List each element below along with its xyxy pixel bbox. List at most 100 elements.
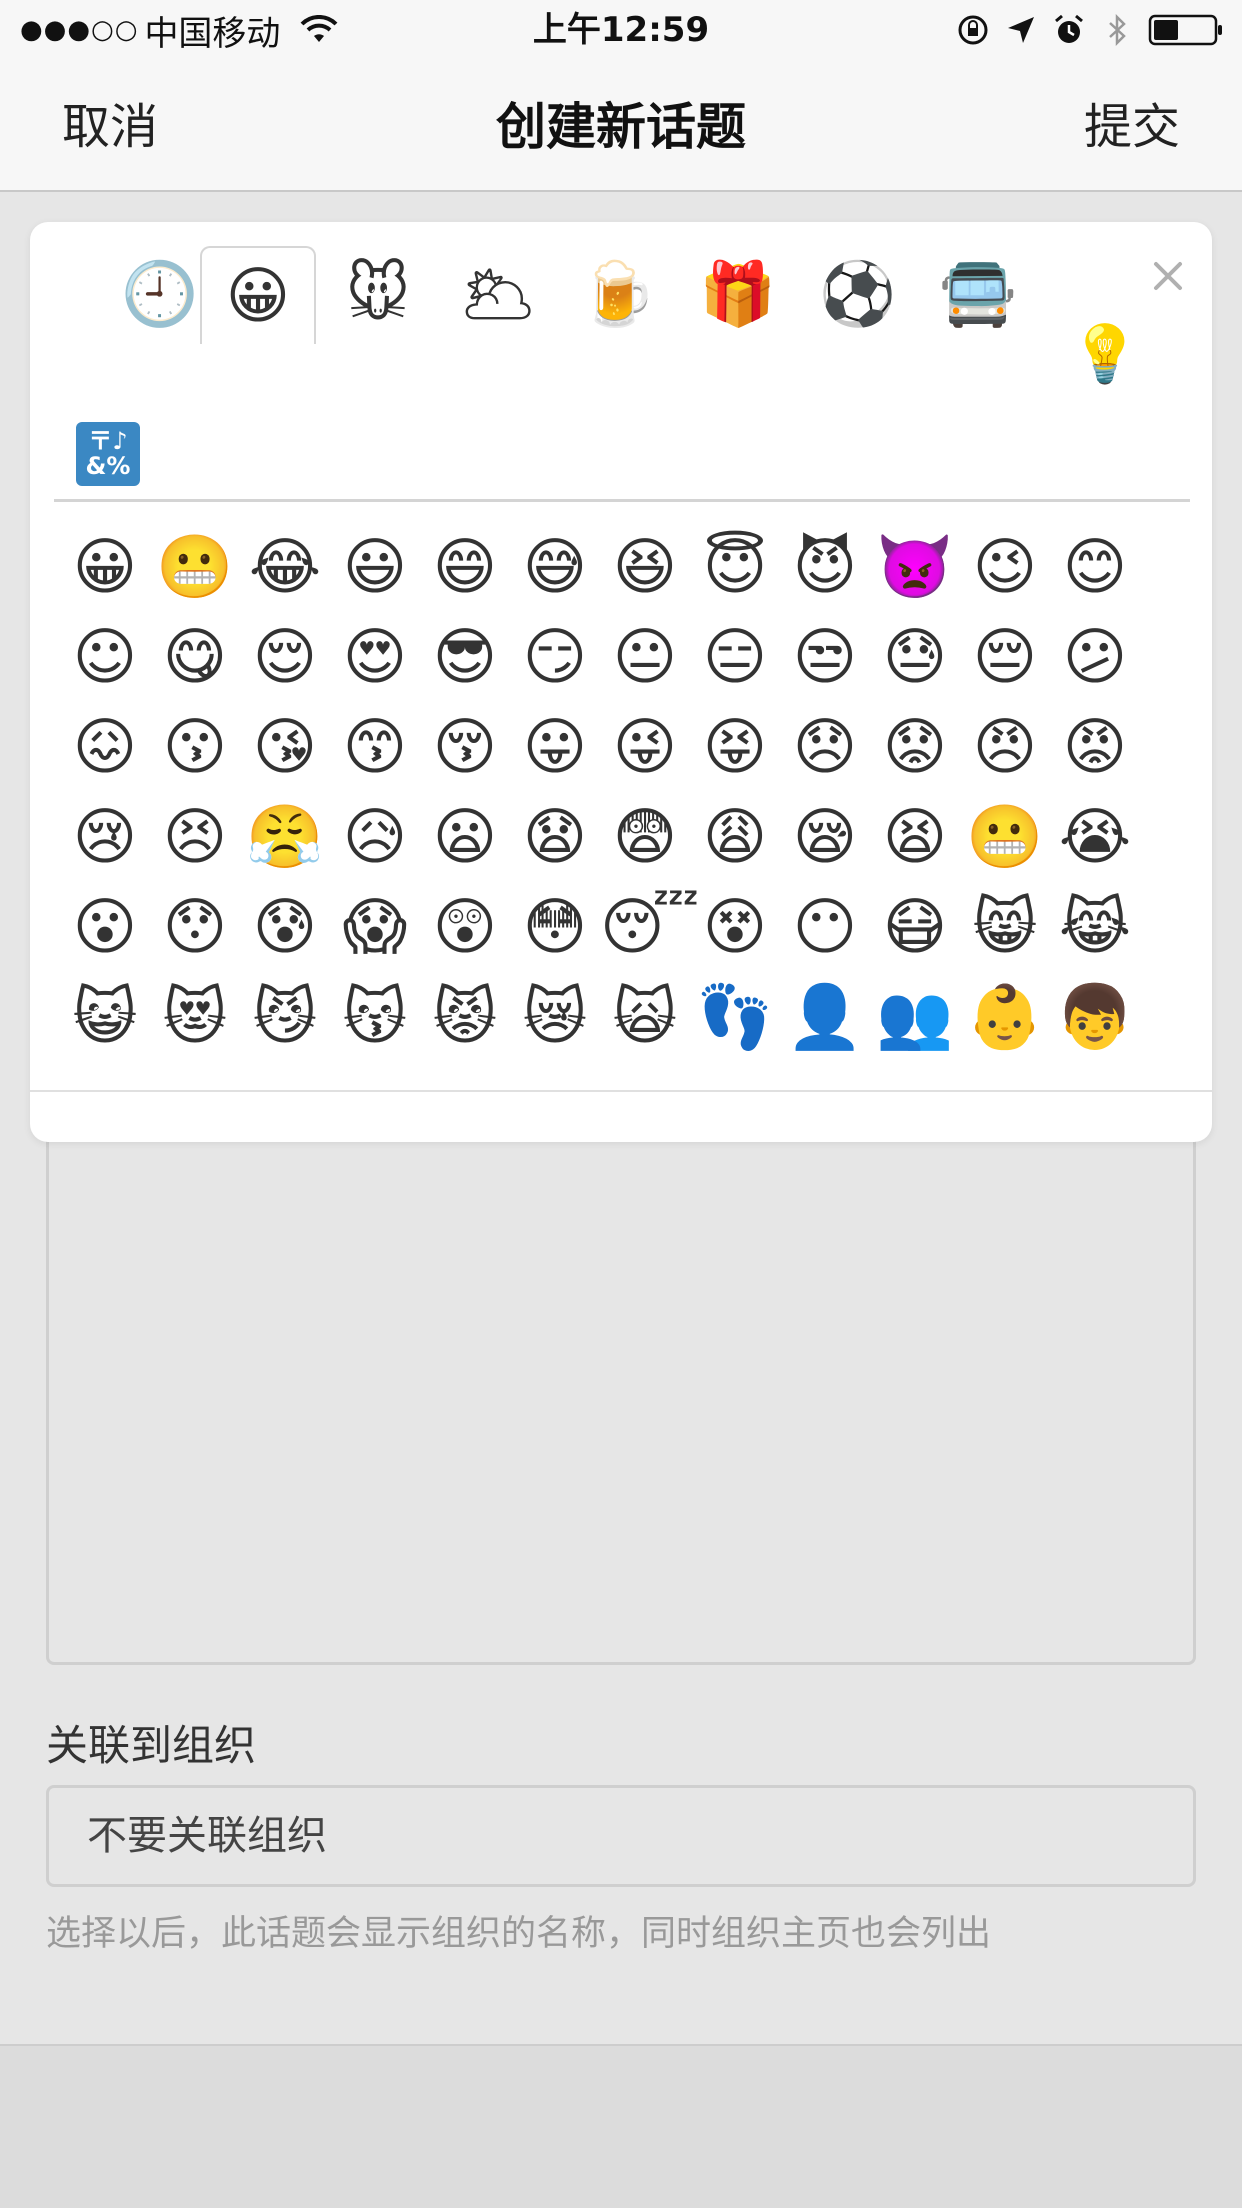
emoji-item[interactable]: 😸 (960, 882, 1050, 972)
page-title: 创建新话题 (496, 98, 746, 156)
emoji-item[interactable]: 👦 (1050, 972, 1140, 1062)
emoji-row: ☺ 😋 😌 😍 😎 😏 😐 😑 😒 😓 😔 😕 (60, 612, 1200, 702)
picker-divider (54, 499, 1190, 502)
emoji-item[interactable]: 😝 (690, 702, 780, 792)
symbols-tab-line-1: 〒♪ (88, 426, 128, 455)
emoji-item[interactable]: 😑 (690, 612, 780, 702)
emoji-item[interactable]: 😅 (510, 522, 600, 612)
emoji-item[interactable]: 😓 (870, 612, 960, 702)
emoji-item[interactable]: 😂 (240, 522, 330, 612)
emoji-item[interactable]: 😩 (690, 792, 780, 882)
emoji-item[interactable]: 😈 (780, 522, 870, 612)
location-arrow-icon (1008, 17, 1034, 43)
emoji-item[interactable]: 😤 (240, 792, 330, 882)
battery-icon (1148, 14, 1222, 46)
emoji-item[interactable]: 😽 (330, 972, 420, 1062)
emoji-item[interactable]: 😖 (60, 702, 150, 792)
emoji-item[interactable]: 😵 (690, 882, 780, 972)
emoji-item[interactable]: 😘 (240, 702, 330, 792)
emoji-item[interactable]: 😣 (150, 792, 240, 882)
emoji-item[interactable]: 😳 (510, 882, 600, 972)
org-select[interactable]: 不要关联组织 (46, 1785, 1196, 1887)
emoji-item[interactable]: 😱 (330, 882, 420, 972)
emoji-item[interactable]: 😦 (420, 792, 510, 882)
emoji-item[interactable]: 😜 (600, 702, 690, 792)
emoji-item[interactable]: 😢 (60, 792, 150, 882)
category-tab-celebration[interactable]: 🎁 (680, 246, 796, 342)
emoji-item[interactable]: 😻 (150, 972, 240, 1062)
emoji-item[interactable]: 😿 (510, 972, 600, 1062)
symbols-category-tab[interactable]: 〒♪ &% (76, 422, 140, 486)
emoji-item[interactable]: 😕 (1050, 612, 1140, 702)
emoji-item[interactable]: 😔 (960, 612, 1050, 702)
status-bar: ●●●○○ 中国移动 上午12:59 (0, 0, 1242, 62)
emoji-row: 😖 😗 😘 😙 😚 😛 😜 😝 😞 😟 😠 😡 (60, 702, 1200, 792)
emoji-item[interactable]: 😞 (780, 702, 870, 792)
emoji-item[interactable]: 😎 (420, 612, 510, 702)
emoji-item[interactable]: 😄 (420, 522, 510, 612)
picker-bottom-divider (30, 1090, 1212, 1092)
emoji-item[interactable]: 😲 (420, 882, 510, 972)
category-tab-people[interactable]: 😀 (200, 246, 316, 344)
emoji-item[interactable]: 😰 (240, 882, 330, 972)
category-tab-weather[interactable]: 🌥 (440, 246, 556, 342)
category-tab-activity[interactable]: ⚽ (800, 246, 916, 342)
emoji-item[interactable]: 😇 (690, 522, 780, 612)
emoji-item[interactable]: 😊 (1050, 522, 1140, 612)
emoji-item[interactable]: 😧 (510, 792, 600, 882)
emoji-item[interactable]: 😬 (960, 792, 1050, 882)
emoji-item[interactable]: 😆 (600, 522, 690, 612)
category-tab-nature[interactable]: 🐭 (320, 246, 436, 342)
emoji-item[interactable]: 😛 (510, 702, 600, 792)
emoji-item[interactable]: 👿 (870, 522, 960, 612)
emoji-item[interactable]: 😙 (330, 702, 420, 792)
submit-button[interactable]: 提交 (1084, 62, 1180, 192)
emoji-item[interactable]: 😭 (1050, 792, 1140, 882)
emoji-item[interactable]: 😗 (150, 702, 240, 792)
emoji-item[interactable]: 😫 (870, 792, 960, 882)
emoji-item[interactable]: 😡 (1050, 702, 1140, 792)
emoji-item[interactable]: 😉 (960, 522, 1050, 612)
emoji-item[interactable]: 😹 (1050, 882, 1140, 972)
alarm-icon (1055, 14, 1083, 43)
emoji-item[interactable]: 😍 (330, 612, 420, 702)
emoji-item[interactable]: 😴 (600, 882, 699, 972)
category-tab-food[interactable]: 🍺 (560, 246, 676, 342)
lightbulb-icon[interactable]: 💡 (1070, 327, 1140, 383)
emoji-item[interactable]: 😶 (780, 882, 870, 972)
emoji-item[interactable]: 😷 (870, 882, 960, 972)
emoji-item[interactable]: 😋 (150, 612, 240, 702)
emoji-item[interactable]: 😌 (240, 612, 330, 702)
emoji-item[interactable]: 😮 (60, 882, 150, 972)
emoji-item[interactable]: 😾 (420, 972, 510, 1062)
close-icon[interactable] (1144, 252, 1192, 300)
category-tab-travel[interactable]: 🚍 (920, 246, 1036, 342)
emoji-item[interactable]: 😃 (330, 522, 420, 612)
emoji-item[interactable]: 👶 (960, 972, 1050, 1062)
bluetooth-icon (1109, 13, 1126, 47)
emoji-item[interactable]: 😐 (600, 612, 690, 702)
topic-body-input[interactable] (46, 1110, 1196, 1665)
emoji-item[interactable]: 😬 (150, 522, 240, 612)
emoji-item[interactable]: 👣 (690, 972, 780, 1062)
emoji-item[interactable]: 😯 (150, 882, 240, 972)
org-label: 关联到组织 (46, 1721, 257, 1770)
emoji-item[interactable]: 😺 (60, 972, 150, 1062)
emoji-item[interactable]: 😠 (960, 702, 1050, 792)
emoji-item[interactable]: 😀 (60, 522, 150, 612)
emoji-item[interactable]: 👥 (870, 972, 960, 1062)
emoji-row: 😀 😬 😂 😃 😄 😅 😆 😇 😈 👿 😉 😊 (60, 522, 1200, 612)
bottom-bar (0, 2044, 1242, 2208)
emoji-item[interactable]: 😪 (780, 792, 870, 882)
emoji-row: 😮 😯 😰 😱 😲 😳 😴 😵 😶 😷 😸 😹 (60, 882, 1200, 972)
emoji-item[interactable]: 😏 (510, 612, 600, 702)
emoji-item[interactable]: 😟 (870, 702, 960, 792)
emoji-item[interactable]: ☺ (60, 612, 150, 702)
emoji-item[interactable]: 🙀 (600, 972, 690, 1062)
emoji-item[interactable]: 👤 (780, 972, 870, 1062)
emoji-item[interactable]: 😥 (330, 792, 420, 882)
emoji-item[interactable]: 😚 (420, 702, 510, 792)
emoji-item[interactable]: 😼 (240, 972, 330, 1062)
emoji-item[interactable]: 😨 (600, 792, 690, 882)
emoji-item[interactable]: 😒 (780, 612, 870, 702)
